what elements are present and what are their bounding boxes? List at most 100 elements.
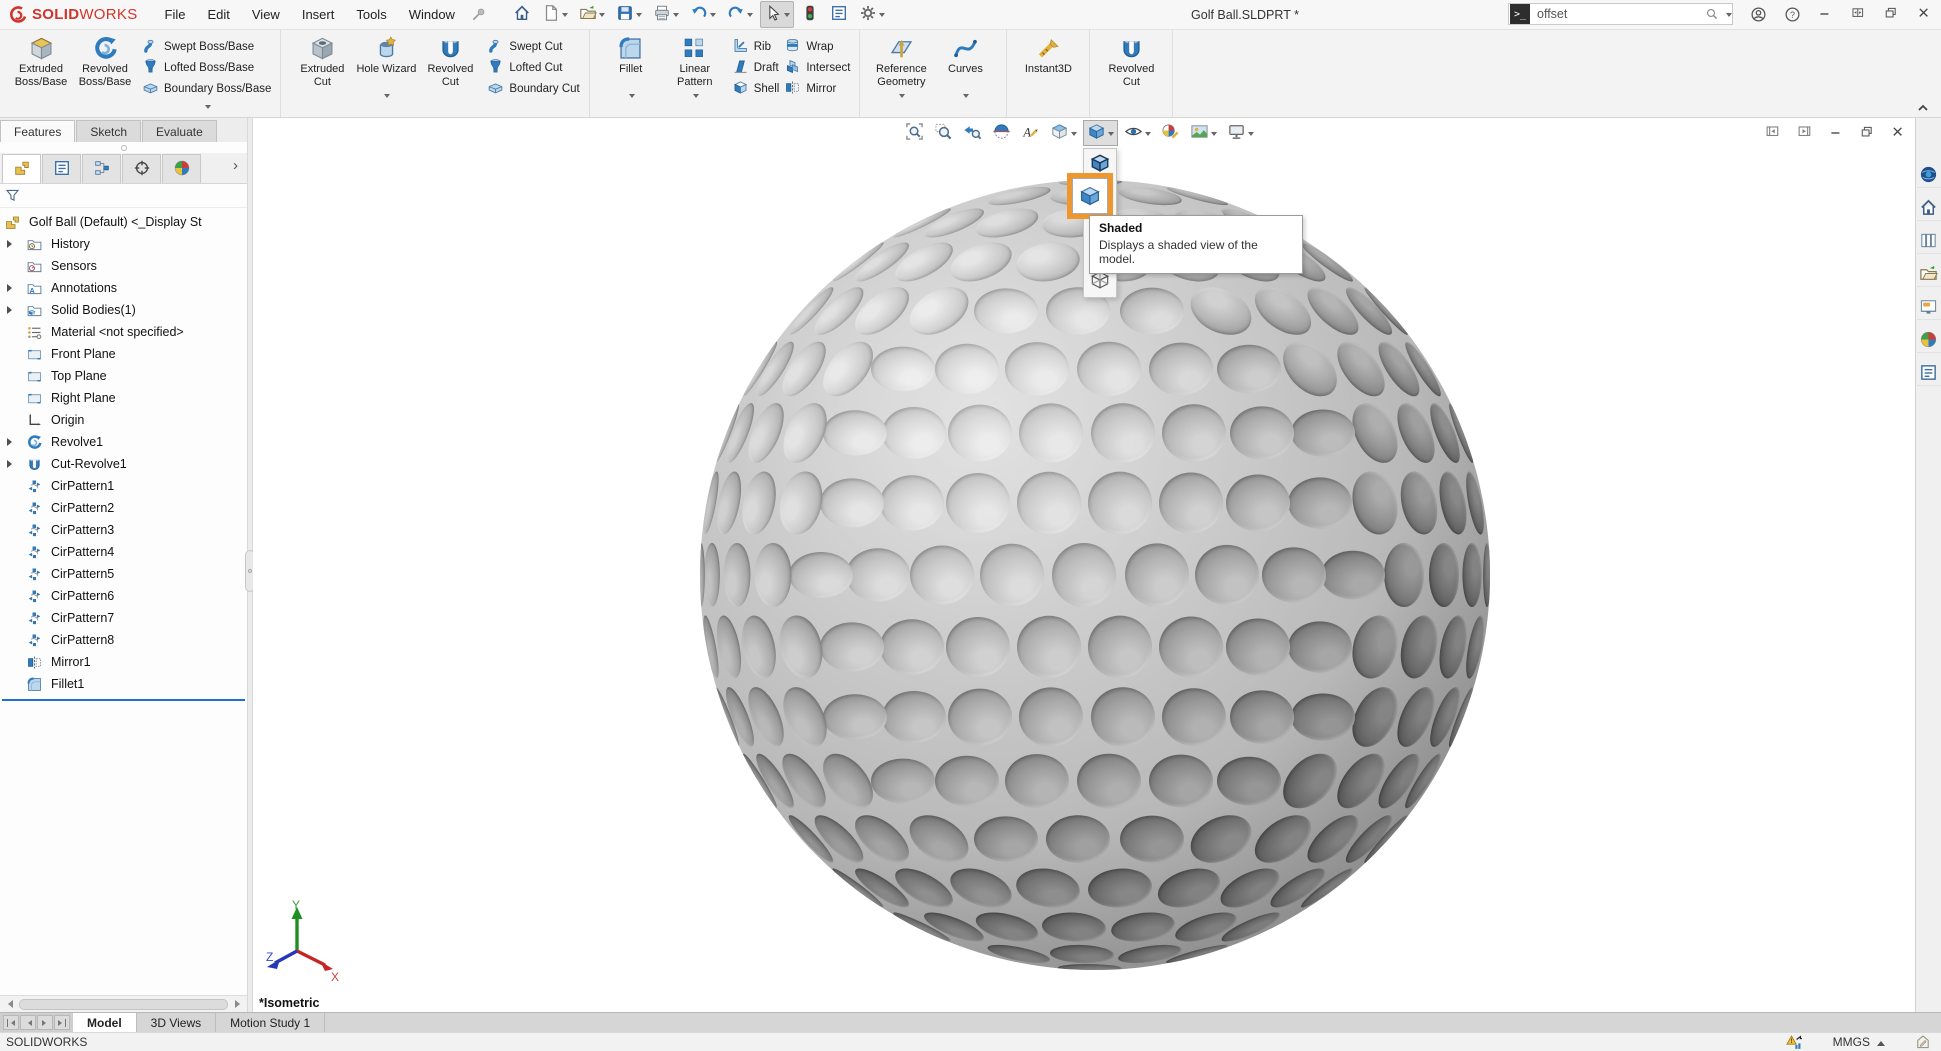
panel-tab-features-manager[interactable] [2,154,41,183]
tree-item-material-not-specified-[interactable]: Material <not specified> [0,321,247,343]
doc-close-icon[interactable] [1891,124,1907,141]
print-button[interactable] [649,1,683,28]
tree-item-right-plane[interactable]: Right Plane [0,387,247,409]
ribbon-button-shell[interactable]: Shell [732,78,780,99]
ribbon-button-revolved-cut[interactable]: Revolved Cut [418,33,482,90]
scroll-left-icon[interactable] [0,1000,16,1008]
tree-item-fillet1[interactable]: Fillet1 [0,673,247,695]
redo-button[interactable] [723,1,757,28]
expander-icon[interactable] [7,306,17,314]
expander-icon[interactable] [7,240,17,248]
tree-filter-row[interactable] [0,184,247,208]
menu-tools[interactable]: Tools [345,2,397,27]
user-account-icon[interactable] [1750,6,1767,23]
tree-item-cirpattern3[interactable]: CirPattern3 [0,519,247,541]
taskpane-appearances-scenes-button[interactable] [1917,329,1941,353]
taskpane-home-tab-button[interactable] [1917,197,1941,221]
ribbon-button-lofted-boss-base[interactable]: Lofted Boss/Base [142,57,271,78]
panel-horizontal-scrollbar[interactable] [0,995,247,1012]
search-icon[interactable] [1705,7,1720,22]
panel-tab-property-manager[interactable] [42,154,81,183]
help-icon[interactable]: ? [1784,6,1801,23]
display-style-button[interactable] [1083,120,1118,146]
display-style-caret-icon[interactable] [1108,132,1114,139]
rollback-bar[interactable] [2,699,245,701]
ribbon-button-mirror[interactable]: Mirror [784,78,850,99]
restore-button[interactable] [1884,6,1900,22]
flyout-caret-icon[interactable] [693,94,699,101]
home-button[interactable] [509,1,535,28]
view-orientation-caret-icon[interactable] [1071,132,1077,139]
tree-item-cirpattern2[interactable]: CirPattern2 [0,497,247,519]
ribbon-button-revolved-boss-base[interactable]: Revolved Boss/Base [73,33,137,90]
doc-tab-motion-study-1[interactable]: Motion Study 1 [216,1013,325,1032]
sketch-visibility-button[interactable]: A [1017,120,1044,146]
ribbon-button-intersect[interactable]: Intersect [784,57,850,78]
select-caret-icon[interactable] [784,13,790,20]
golf-ball-model[interactable] [700,180,1490,970]
section-view-button[interactable] [988,120,1015,146]
save-button[interactable] [612,1,646,28]
tree-item-cirpattern7[interactable]: CirPattern7 [0,607,247,629]
new-document-button[interactable] [538,1,572,28]
ribbon-button-revolved-cut[interactable]: Revolved Cut [1099,33,1163,90]
expander-icon[interactable] [7,438,17,446]
previous-view-button[interactable] [959,120,986,146]
menu-file[interactable]: File [154,2,197,27]
flyout-caret-icon[interactable] [963,94,969,101]
menu-window[interactable]: Window [398,2,466,27]
taskpane-file-explorer-button[interactable] [1917,263,1941,287]
ribbon-button-hole-wizard[interactable]: Hole Wizard [354,33,418,101]
panel-tabs-overflow-icon[interactable]: › [233,154,247,183]
window-layout-button[interactable] [1851,6,1867,22]
file-properties-button[interactable] [826,1,852,28]
pin-icon[interactable] [470,6,487,23]
tree-item-cirpattern5[interactable]: CirPattern5 [0,563,247,585]
search-input[interactable]: offset [1537,7,1705,21]
tab-features[interactable]: Features [0,120,75,142]
ribbon-button-curves[interactable]: Curves [933,33,997,101]
doc-tab-3d-views[interactable]: 3D Views [137,1013,216,1032]
panel-tab-dimxpert-manager[interactable] [122,154,161,183]
ribbon-button-lofted-cut[interactable]: Lofted Cut [487,57,579,78]
next-tab-button[interactable] [37,1015,53,1030]
taskpane-3dexperience-button[interactable] [1917,164,1941,188]
performance-warning-icon[interactable]: ! [1786,1034,1803,1051]
tag-icon[interactable] [1915,1034,1931,1050]
first-tab-button[interactable] [3,1015,19,1030]
ribbon-button-swept-boss-base[interactable]: Swept Boss/Base [142,36,271,57]
tree-item-cirpattern4[interactable]: CirPattern4 [0,541,247,563]
view-orientation-button[interactable] [1046,120,1081,146]
tree-item-cirpattern8[interactable]: CirPattern8 [0,629,247,651]
zoom-to-fit-button[interactable] [901,120,928,146]
flyout-caret-icon[interactable] [384,94,390,101]
shaded-option-highlighted[interactable] [1067,173,1113,219]
ribbon-button-boundary-boss-base[interactable]: Boundary Boss/Base [142,78,271,99]
graphics-viewport[interactable]: A Shaded Displays a shaded view of the m… [253,118,1915,1012]
expander-icon[interactable] [7,284,17,292]
close-button[interactable] [1917,6,1933,22]
options-button[interactable] [855,1,889,28]
taskpane-custom-properties-button[interactable] [1917,362,1941,386]
flyout-caret-icon[interactable] [629,94,635,101]
ribbon-button-instant3d[interactable]: Instant3D [1016,33,1080,90]
ribbon-button-swept-cut[interactable]: Swept Cut [487,36,579,57]
redo-caret-icon[interactable] [747,13,753,20]
ribbon-button-fillet[interactable]: Fillet [599,33,663,101]
tree-item-top-plane[interactable]: Top Plane [0,365,247,387]
zoom-to-area-button[interactable] [930,120,957,146]
apply-scene-caret-icon[interactable] [1211,132,1217,139]
flyout-caret-icon[interactable] [205,105,211,112]
options-caret-icon[interactable] [879,13,885,20]
doc-restore-icon[interactable] [1860,124,1876,141]
expander-icon[interactable] [7,460,17,468]
doc-tab-model[interactable]: Model [73,1013,137,1032]
taskpane-view-palette-button[interactable] [1917,296,1941,320]
tab-sketch[interactable]: Sketch [76,120,141,142]
rebuild-button[interactable] [797,1,823,28]
tree-item-origin[interactable]: Origin [0,409,247,431]
ribbon-button-linear-pattern[interactable]: Linear Pattern [663,33,727,101]
menu-insert[interactable]: Insert [291,2,346,27]
tree-item-revolve1[interactable]: Revolve1 [0,431,247,453]
tree-item-cut-revolve1[interactable]: Cut-Revolve1 [0,453,247,475]
